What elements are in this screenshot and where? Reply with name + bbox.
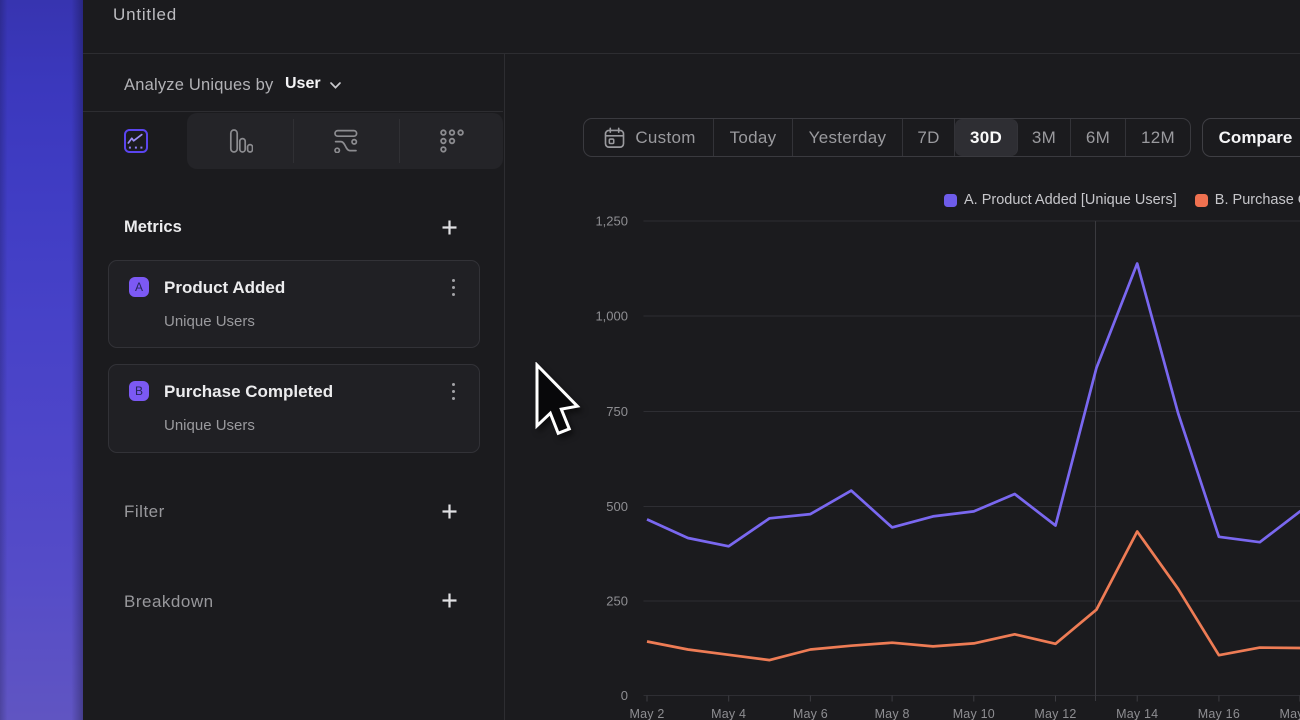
svg-text:500: 500 bbox=[606, 499, 628, 514]
svg-text:May 6: May 6 bbox=[793, 707, 828, 720]
svg-text:May 2: May 2 bbox=[629, 707, 664, 720]
svg-text:May 8: May 8 bbox=[875, 707, 910, 720]
svg-text:0: 0 bbox=[621, 688, 628, 703]
svg-text:250: 250 bbox=[606, 594, 628, 609]
svg-text:750: 750 bbox=[606, 404, 628, 419]
svg-text:May 10: May 10 bbox=[953, 707, 995, 720]
svg-text:May 16: May 16 bbox=[1198, 707, 1240, 720]
svg-text:May 14: May 14 bbox=[1116, 707, 1158, 720]
svg-text:1,000: 1,000 bbox=[595, 309, 628, 324]
svg-text:May 12: May 12 bbox=[1034, 707, 1076, 720]
svg-text:May 4: May 4 bbox=[711, 707, 746, 720]
svg-text:1,250: 1,250 bbox=[595, 214, 628, 229]
svg-text:May 18: May 18 bbox=[1279, 707, 1300, 720]
